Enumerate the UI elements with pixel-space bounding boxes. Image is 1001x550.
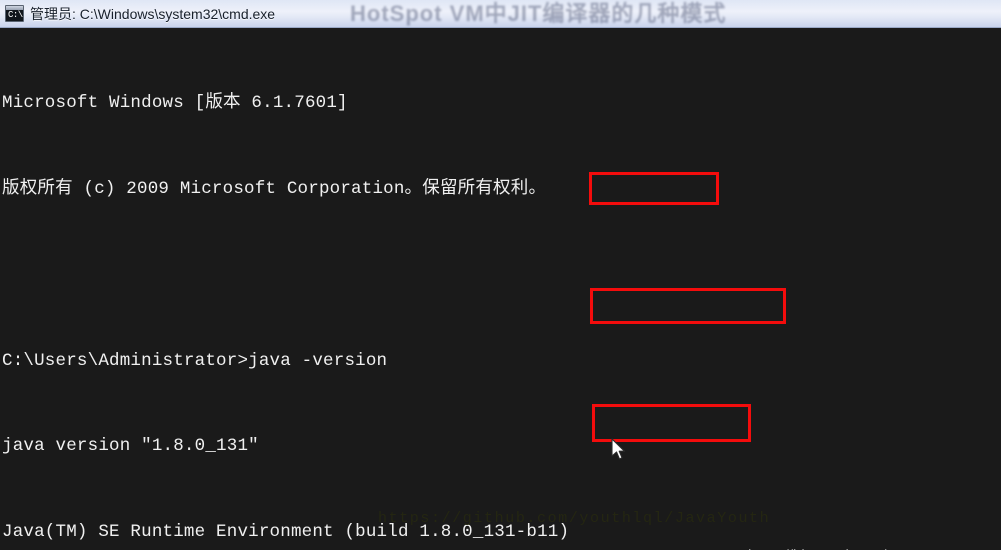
console-line: java version "1.8.0_131" <box>2 436 259 457</box>
window-title-bar[interactable]: HotSpot VM中JIT编译器的几种模式 C:\ 管理员: C:\Windo… <box>0 0 1001 28</box>
github-watermark: https://github.com/youthlql/JavaYouth <box>378 510 771 527</box>
cmd-window: HotSpot VM中JIT编译器的几种模式 C:\ 管理员: C:\Windo… <box>0 0 1001 550</box>
terminal-text: Microsoft Windows [版本 6.1.7601] 版权所有 (c)… <box>2 32 751 550</box>
cmd-console-icon: C:\ <box>5 5 24 22</box>
cmd-icon-label: C:\ <box>8 10 23 20</box>
background-page-heading-ghost: HotSpot VM中JIT编译器的几种模式 <box>350 1 727 26</box>
console-line: 版权所有 (c) 2009 Microsoft Corporation。保留所有… <box>2 178 547 199</box>
console-line: Microsoft Windows [版本 6.1.7601] <box>2 93 348 114</box>
window-title-text: 管理员: C:\Windows\system32\cmd.exe <box>30 5 276 22</box>
console-command-line: C:\Users\Administrator>java -version <box>2 350 388 371</box>
console-output-area[interactable]: Microsoft Windows [版本 6.1.7601] 版权所有 (c)… <box>0 28 1001 550</box>
